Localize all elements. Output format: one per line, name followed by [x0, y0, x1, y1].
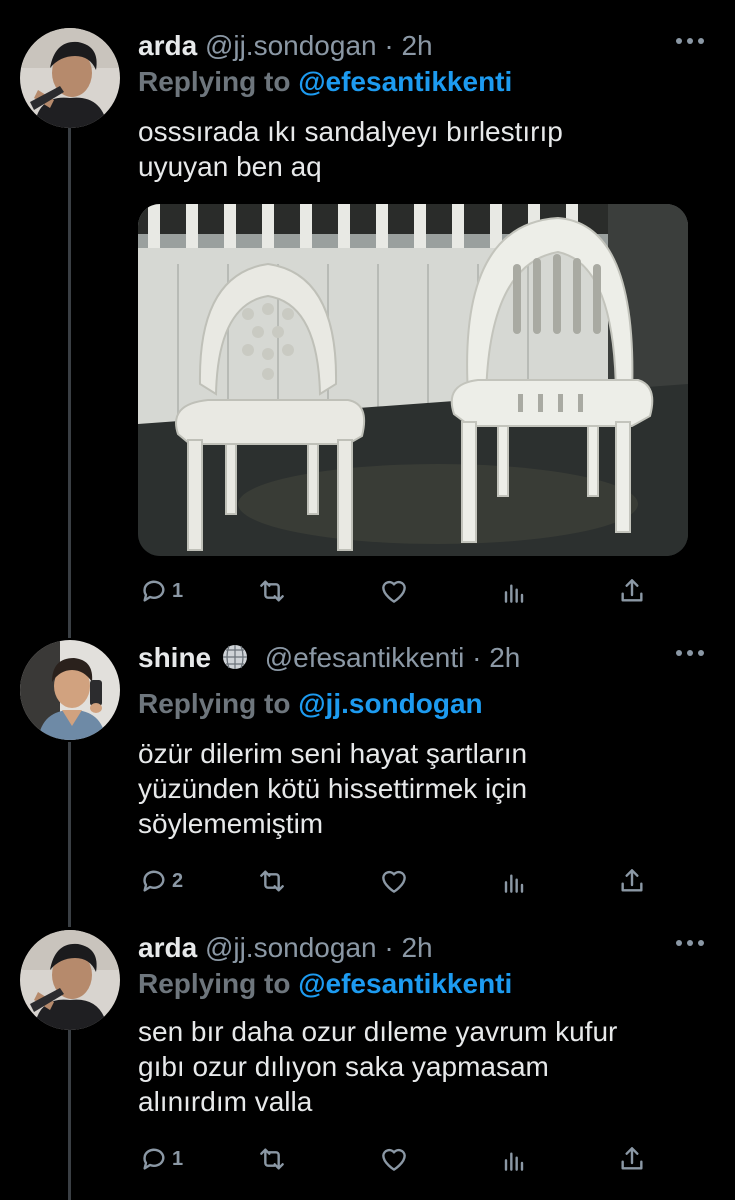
tweet-text-line: yüzünden kötü hissettirmek için — [138, 773, 528, 804]
separator: · — [472, 642, 482, 673]
reply-button[interactable]: 1 — [138, 574, 183, 608]
tweet-text-line: osssırada ıkı sandalyeyı bırlestırıp — [138, 116, 563, 147]
analytics-icon — [504, 1152, 524, 1171]
retweet-button[interactable] — [256, 864, 288, 898]
timestamp[interactable]: 2h — [401, 30, 432, 61]
replying-prefix: Replying to — [138, 688, 291, 719]
like-icon — [382, 580, 406, 603]
replying-to-handle[interactable]: @efesantikkenti — [298, 968, 512, 999]
retweet-button[interactable] — [256, 574, 288, 608]
retweet-icon — [260, 870, 284, 892]
chairs-photo — [138, 204, 688, 556]
tweet[interactable]: arda @jj.sondogan · 2h Replying to @efes… — [0, 28, 735, 618]
like-button[interactable] — [378, 864, 410, 898]
tweet-actions: 1 — [138, 1142, 658, 1176]
display-name[interactable]: arda — [138, 932, 197, 963]
disco-ball-icon — [222, 645, 247, 669]
tweet-header: arda @jj.sondogan · 2h — [138, 932, 433, 964]
tweet-text: sen bır daha ozur dıleme yavrum kufur gı… — [138, 1014, 617, 1119]
analytics-button[interactable] — [498, 864, 530, 898]
tweet-text-line: söylememiştim — [138, 808, 324, 839]
tweet[interactable]: arda @jj.sondogan · 2h Replying to @efes… — [0, 930, 735, 1200]
avatar[interactable] — [20, 640, 120, 740]
more-icon[interactable] — [675, 938, 705, 948]
tweet-text-line: uyuyan ben aq — [138, 151, 322, 182]
like-button[interactable] — [378, 574, 410, 608]
retweet-icon — [260, 580, 284, 602]
tweet-text-line: sen bır daha ozur dıleme yavrum kufur — [138, 1016, 618, 1047]
separator: · — [384, 30, 394, 61]
reply-count: 1 — [172, 579, 184, 602]
retweet-icon — [260, 1148, 284, 1170]
user-handle[interactable]: @jj.sondogan — [205, 932, 377, 963]
reply-icon — [143, 870, 165, 892]
replying-to-handle[interactable]: @efesantikkenti — [298, 66, 512, 97]
reply-icon — [143, 580, 165, 602]
tweet-text: özür dilerim seni hayat şartların yüzünd… — [138, 736, 527, 841]
share-icon — [621, 579, 643, 602]
tweet-text-line: gıbı ozur dılıyon saka yapmasam — [138, 1051, 549, 1082]
analytics-icon — [504, 874, 524, 893]
reply-button[interactable]: 2 — [138, 864, 183, 898]
more-icon[interactable] — [675, 648, 705, 658]
share-icon — [621, 869, 643, 892]
like-button[interactable] — [378, 1142, 410, 1176]
timestamp[interactable]: 2h — [489, 642, 520, 673]
share-button[interactable] — [616, 864, 648, 898]
tweet[interactable]: shine @efesantikkenti · 2h Replying to @… — [0, 640, 735, 910]
separator: · — [384, 932, 394, 963]
tweet-image[interactable] — [138, 204, 688, 556]
replying-to: Replying to @jj.sondogan — [138, 688, 483, 720]
share-button[interactable] — [616, 574, 648, 608]
replying-prefix: Replying to — [138, 66, 291, 97]
timestamp[interactable]: 2h — [401, 932, 432, 963]
reply-icon — [143, 1148, 165, 1170]
tweet-header: shine @efesantikkenti · 2h — [138, 642, 520, 674]
analytics-icon — [504, 584, 524, 603]
tweet-text-line: özür dilerim seni hayat şartların — [138, 738, 528, 769]
display-name[interactable]: arda — [138, 30, 197, 61]
display-name[interactable]: shine — [138, 642, 211, 673]
tweet-actions: 1 — [138, 574, 658, 608]
reply-count: 1 — [172, 1147, 184, 1170]
avatar[interactable] — [20, 930, 120, 1030]
share-icon — [621, 1147, 643, 1170]
replying-to-handle[interactable]: @jj.sondogan — [298, 688, 482, 719]
tweet-text: osssırada ıkı sandalyeyı bırlestırıp uyu… — [138, 114, 563, 184]
tweet-header: arda @jj.sondogan · 2h — [138, 30, 433, 62]
like-icon — [382, 1148, 406, 1171]
tweet-actions: 2 — [138, 864, 658, 898]
replying-to: Replying to @efesantikkenti — [138, 66, 512, 98]
reply-button[interactable]: 1 — [138, 1142, 183, 1176]
replying-prefix: Replying to — [138, 968, 291, 999]
retweet-button[interactable] — [256, 1142, 288, 1176]
reply-count: 2 — [172, 869, 184, 892]
user-handle[interactable]: @jj.sondogan — [205, 30, 377, 61]
avatar[interactable] — [20, 28, 120, 128]
analytics-button[interactable] — [498, 574, 530, 608]
analytics-button[interactable] — [498, 1142, 530, 1176]
share-button[interactable] — [616, 1142, 648, 1176]
more-icon[interactable] — [675, 36, 705, 46]
like-icon — [382, 870, 406, 893]
user-handle[interactable]: @efesantikkenti — [265, 642, 465, 673]
replying-to: Replying to @efesantikkenti — [138, 968, 512, 1000]
tweet-text-line: alınırdım valla — [138, 1086, 313, 1117]
